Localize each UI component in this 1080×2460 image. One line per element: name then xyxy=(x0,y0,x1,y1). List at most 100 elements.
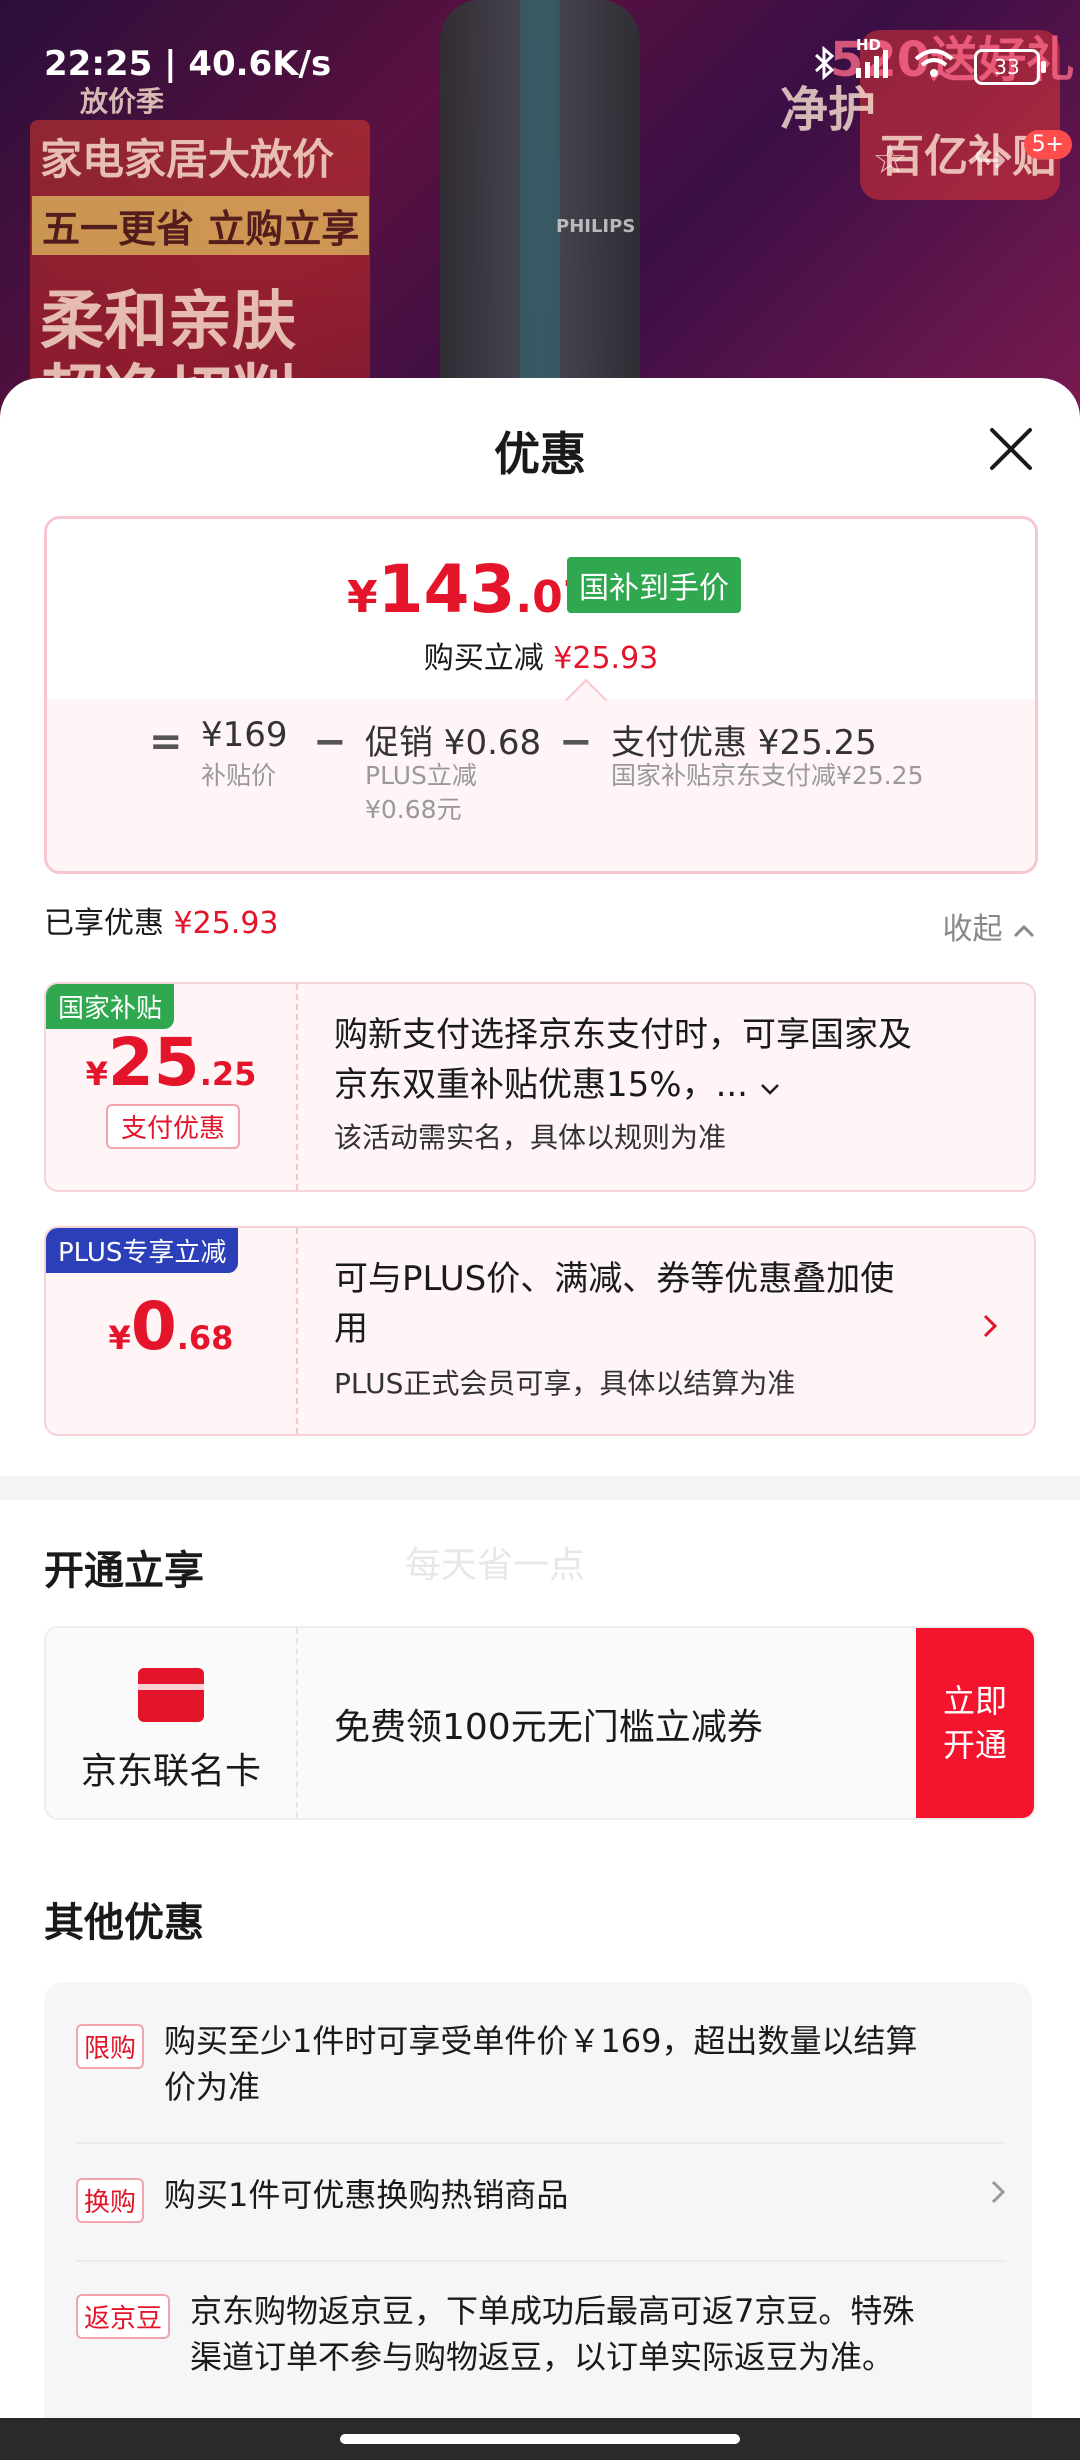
offer-text-line1: 京东购物返京豆，下单成功后最高可返7京豆。特殊 xyxy=(190,2292,915,2330)
coupon-amount-int: 0 xyxy=(130,1288,177,1365)
coupon-description: 可与PLUS价、满减、券等优惠叠加使 用 xyxy=(334,1254,894,1354)
gov-subsidy-coupon[interactable]: 国家补贴 ¥25.25 支付优惠 购新支付选择京东支付时，可享国家及 京东双重补… xyxy=(44,982,1036,1192)
minus-sign-2: − xyxy=(559,719,593,765)
other-section-title: 其他优惠 xyxy=(44,1900,204,1946)
chevron-up-icon xyxy=(1012,912,1036,947)
price-integer: 143 xyxy=(377,551,516,628)
card-offer-description: 免费领100元无门槛立减券 xyxy=(334,1707,763,1748)
base-price-value: ¥169 xyxy=(201,715,288,755)
coupon-currency: ¥ xyxy=(108,1319,131,1357)
reduction-amount: ¥25.93 xyxy=(553,641,659,676)
promo-value: 促销 ¥0.68 xyxy=(365,723,542,763)
coupon-amount: ¥0.68 xyxy=(46,1288,296,1365)
payment-discount-tag: 支付优惠 xyxy=(106,1104,240,1149)
collapse-label: 收起 xyxy=(942,912,1003,947)
coupon-note: 该活动需实名，具体以规则为准 xyxy=(334,1121,727,1154)
offer-label: 限购 xyxy=(76,2024,145,2069)
divider xyxy=(76,2260,1006,2262)
network-label: HD xyxy=(856,36,882,54)
coupon-desc-line2[interactable]: 京东双重补贴优惠15%，... xyxy=(334,1060,912,1110)
status-time: 22:25 | 40.6K/s xyxy=(44,44,332,84)
banner-subheadline: 五一更省 立购立享 xyxy=(32,196,370,255)
product-brand-label: PHILIPS xyxy=(556,216,636,237)
coupon-desc-line1: 可与PLUS价、满减、券等优惠叠加使 xyxy=(334,1259,895,1299)
battery-icon: 33 xyxy=(974,49,1046,85)
equals-sign: = xyxy=(149,719,183,765)
divider xyxy=(76,2142,1006,2144)
status-bar: 22:25 | 40.6K/s HD 33 xyxy=(0,0,1080,130)
coupon-amount-int: 25 xyxy=(107,1024,200,1101)
open-now-label-2: 开通 xyxy=(942,1726,1007,1764)
close-icon[interactable] xyxy=(986,424,1036,474)
coupon-amount-dec: .68 xyxy=(176,1319,234,1357)
product-top-actions: ☆ ↪ xyxy=(860,130,1020,190)
chevron-right-icon[interactable] xyxy=(982,1308,998,1348)
list-item: 返京豆 京东购物返京豆，下单成功后最高可返7京豆。特殊 渠道订单不参与购物返豆，… xyxy=(76,2288,1006,2388)
price-summary: ¥ 143 .07 国补到手价 购买立减 ¥25.93 xyxy=(47,519,1035,699)
final-price: ¥ 143 .07 xyxy=(347,551,593,628)
price-breakdown-card: ¥ 143 .07 国补到手价 购买立减 ¥25.93 = ¥169 补贴价 −… xyxy=(44,516,1038,874)
chevron-right-icon[interactable] xyxy=(990,2174,1006,2214)
coupon-tag: PLUS专享立减 xyxy=(46,1228,239,1273)
list-item: 限购 购买至少1件时可享受单件价￥169，超出数量以结算 价为准 xyxy=(76,2018,1006,2118)
minus-sign: − xyxy=(313,719,347,765)
coupon-amount: ¥25.25 xyxy=(46,1024,296,1101)
coupon-amount-panel: PLUS专享立减 ¥0.68 xyxy=(46,1228,298,1434)
coupon-currency: ¥ xyxy=(85,1055,108,1093)
offer-text-line1: 购买至少1件时可享受单件价￥169，超出数量以结算 xyxy=(164,2022,918,2060)
offer-label: 返京豆 xyxy=(76,2294,171,2339)
section-divider xyxy=(0,1476,1080,1500)
star-icon[interactable]: ☆ xyxy=(860,130,920,190)
offer-text-line2: 价为准 xyxy=(164,2068,261,2106)
offer-text: 购买1件可优惠换购热销商品 xyxy=(164,2176,569,2214)
coupon-desc-line2: 用 xyxy=(334,1309,368,1349)
price-formula: = ¥169 补贴价 − 促销 ¥0.68 PLUS立减 ¥0.68元 − 支付… xyxy=(47,699,1035,871)
share-icon[interactable]: ↪ xyxy=(960,130,1020,190)
status-icons: HD 33 xyxy=(814,36,1046,88)
coupon-amount-dec: .25 xyxy=(199,1055,257,1093)
coupon-amount-panel: 国家补贴 ¥25.25 支付优惠 xyxy=(46,984,298,1190)
coupon-note: PLUS正式会员可享，具体以结算为准 xyxy=(334,1367,796,1400)
payment-discount-label: 国家补贴京东支付减¥25.25 xyxy=(611,761,924,790)
enjoyed-label: 已享优惠 xyxy=(44,906,164,941)
enjoyed-discount: 已享优惠 ¥25.93 xyxy=(44,898,279,942)
open-now-button[interactable]: 立即 开通 xyxy=(916,1628,1034,1818)
discount-sheet: 优惠 ¥ 143 .07 国补到手价 购买立减 ¥25.93 = ¥169 补贴… xyxy=(0,378,1080,2460)
offer-text: 购买至少1件时可享受单件价￥169，超出数量以结算 价为准 xyxy=(164,2018,917,2110)
credit-card-icon xyxy=(138,1668,204,1722)
list-item[interactable]: 换购 购买1件可优惠换购热销商品 xyxy=(76,2172,1006,2232)
card-name: 京东联名卡 xyxy=(80,1751,261,1792)
promo-sub-label: PLUS立减 xyxy=(365,761,477,790)
signal-icon: HD xyxy=(854,36,894,86)
coupon-desc-line1: 购新支付选择京东支付时，可享国家及 xyxy=(334,1015,912,1055)
open-section-title: 开通立享 xyxy=(44,1548,204,1594)
message-count-badge: 5+ xyxy=(1023,130,1072,159)
card-panel: 京东联名卡 xyxy=(46,1628,298,1818)
reduction-label: 购买立减 xyxy=(423,641,544,676)
offer-text: 京东购物返京豆，下单成功后最高可返7京豆。特殊 渠道订单不参与购物返豆，以订单实… xyxy=(190,2288,914,2380)
offer-label: 换购 xyxy=(76,2178,145,2223)
banner-headline: 家电家居大放价 xyxy=(40,135,335,184)
promo-sub-amount: ¥0.68元 xyxy=(365,795,462,824)
open-now-label-1: 立即 xyxy=(942,1682,1007,1720)
coupon-tag: 国家补贴 xyxy=(46,984,175,1029)
watermark: 每天省一点 xyxy=(405,1545,586,1586)
home-indicator[interactable] xyxy=(340,2434,740,2444)
wifi-icon xyxy=(912,47,956,87)
coupon-desc-line2-text: 京东双重补贴优惠15%，... xyxy=(334,1065,748,1105)
navigation-bar xyxy=(0,2418,1080,2460)
collapse-button[interactable]: 收起 xyxy=(942,904,1036,948)
purchase-reduction: 购买立减 ¥25.93 xyxy=(47,633,1035,677)
sheet-title: 优惠 xyxy=(494,427,586,481)
coupon-description: 购新支付选择京东支付时，可享国家及 京东双重补贴优惠15%，... xyxy=(334,1010,912,1110)
gov-subsidy-price-tag: 国补到手价 xyxy=(567,557,741,613)
chevron-down-icon xyxy=(759,1065,781,1105)
other-offers-list: 限购 购买至少1件时可享受单件价￥169，超出数量以结算 价为准 换购 购买1件… xyxy=(44,1982,1032,2442)
base-price-label: 补贴价 xyxy=(201,761,277,790)
offer-text-line2: 渠道订单不参与购物返豆，以订单实际返豆为准。 xyxy=(190,2338,895,2376)
enjoyed-amount: ¥25.93 xyxy=(173,906,279,941)
payment-discount-value: 支付优惠 ¥25.25 xyxy=(611,723,877,763)
bluetooth-icon xyxy=(814,45,836,88)
plus-discount-coupon[interactable]: PLUS专享立减 ¥0.68 可与PLUS价、满减、券等优惠叠加使 用 PLUS… xyxy=(44,1226,1036,1436)
jd-cobrand-card-offer: 京东联名卡 免费领100元无门槛立减券 立即 开通 xyxy=(44,1626,1036,1820)
